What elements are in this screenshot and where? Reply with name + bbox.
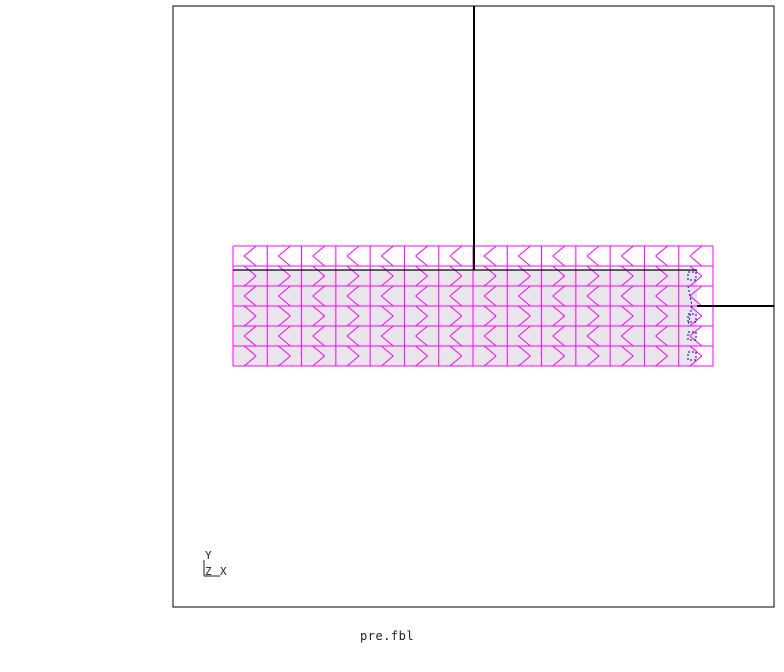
mesh-element-edge [415,245,428,257]
mesh-element-edge [278,255,291,267]
mesh-element-edge [380,255,394,267]
mesh-element-edge [312,255,326,267]
triad-y-label: Y [205,549,212,562]
mesh-element-edge [278,245,291,257]
mesh-element-edge [483,255,497,267]
mesh-element-edge [380,245,394,257]
mesh-element-edge [518,255,531,267]
mesh-element-edge [483,245,497,257]
mesh-element-edge [655,255,668,267]
mesh-element-edge [449,245,463,257]
mesh-element-edge [552,255,566,267]
mesh-element-edge [346,255,360,267]
triad-z-label: Z [205,565,212,578]
mesh-element-edge [620,245,634,257]
axis-triad: Y Z X [203,549,227,578]
mesh-element-edge [655,245,668,257]
mesh-element-edge [243,255,257,267]
mesh-element-edge [415,255,428,267]
triad-x-label: X [220,565,227,578]
mesh-element-edge [620,255,634,267]
mesh-element-edge [689,255,703,267]
file-name-label: pre.fbl [360,629,415,643]
mesh-element-edge [346,245,360,257]
mesh-element-edge [243,245,257,257]
mesh-element-edge [586,255,600,267]
model-viewport[interactable]: Y Z X [0,0,784,672]
mesh-element-edge [449,255,463,267]
mesh-element-edge [552,245,566,257]
mesh-element-edge [518,245,531,257]
mesh-element-edge [689,245,703,257]
mesh-element-edge [312,245,326,257]
mesh-element-edge [586,245,600,257]
